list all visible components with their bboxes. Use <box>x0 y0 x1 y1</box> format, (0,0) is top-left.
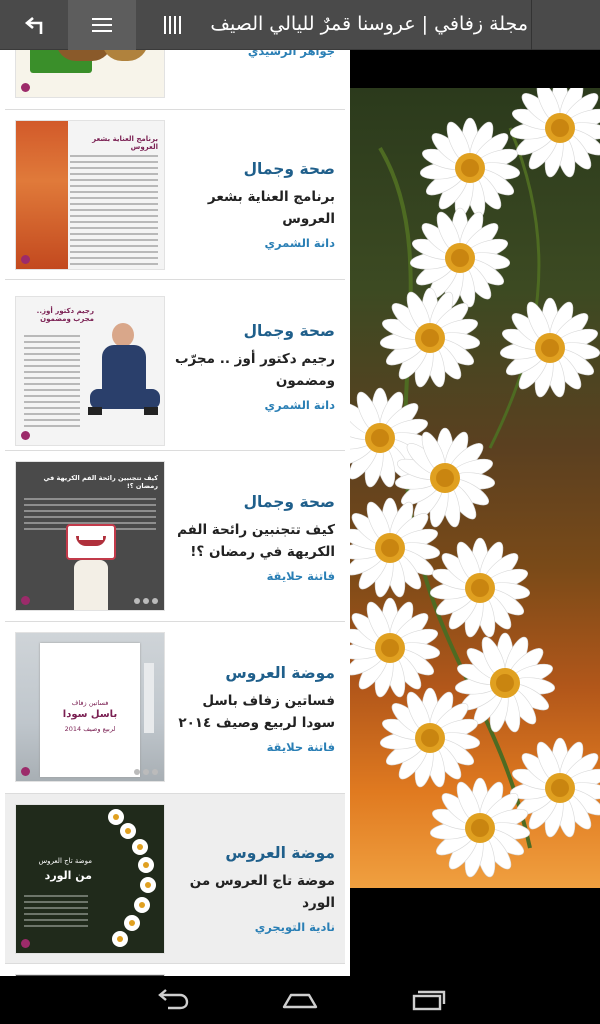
article-meta: موضة العروس فساتين زفاف باسل سودا لربيع … <box>167 664 335 754</box>
nav-home-icon <box>282 993 318 1009</box>
article-item[interactable]: برنامج العناية بشعر العروس صحة وجمال برن… <box>5 110 345 280</box>
article-author: دانة الشمري <box>264 398 335 412</box>
thumbnail-subtitle: موضة تاج العروس <box>38 857 92 865</box>
nav-recents-button[interactable] <box>388 976 468 1024</box>
thumbnail-title: باسل سودا <box>62 709 118 720</box>
article-meta: صحة وجمال رجيم دكتور أوز .. مجرّب ومضمون… <box>167 322 335 412</box>
system-navigation-bar <box>0 976 600 1024</box>
vertical-bars-icon <box>164 16 181 34</box>
article-thumbnail: كيف تتجنبين رائحة الفم الكريهة في رمضان … <box>15 461 165 611</box>
article-item[interactable]: جواهر الرشيدي <box>5 50 345 110</box>
daisy-wreath-image <box>350 88 600 880</box>
thumbnail-title: برنامج العناية بشعر العروس <box>92 135 158 151</box>
back-button[interactable] <box>0 0 68 50</box>
article-item[interactable]: كيف تتجنبين رائحة الفم الكريهة في رمضان … <box>5 451 345 622</box>
back-arrow-icon <box>24 17 43 34</box>
page-title: مجلة زفافي | عروسنا قمرٌ لليالي الصيف <box>210 13 528 35</box>
article-headline: برنامج العناية بشعر العروس <box>207 189 335 227</box>
thumbnail-subtitle: فساتين زفاف <box>71 699 109 707</box>
article-category: موضة العروس <box>225 664 335 682</box>
article-meta: جواهر الرشيدي <box>167 50 335 58</box>
thumbnail-title: رجيم دكتور أوز.. مجرب ومضمون <box>36 307 94 323</box>
thumbnail-title: كيف تتجنبين رائحة الفم الكريهة في رمضان … <box>43 474 158 490</box>
article-item[interactable]: فساتين زفاف باسل سودا لربيع وصيف 2014 مو… <box>5 622 345 794</box>
article-meta: موضة العروس موضة تاج العروس من الورد ناد… <box>167 844 335 934</box>
article-headline: فساتين زفاف باسل سودا لربيع وصيف ٢٠١٤ <box>178 693 335 731</box>
nav-back-icon <box>158 989 189 1010</box>
thumbnail-title: من الورد <box>44 869 92 882</box>
article-category: صحة وجمال <box>243 160 335 178</box>
article-author: فاتنة حلايقة <box>266 740 335 754</box>
nav-home-button[interactable] <box>260 976 340 1024</box>
article-item[interactable] <box>5 964 345 976</box>
article-author: نادية التويجري <box>254 920 335 934</box>
article-headline: موضة تاج العروس من الورد <box>189 873 335 911</box>
article-category: صحة وجمال <box>243 322 335 340</box>
article-headline: كيف تتجنبين رائحة الفم الكريهة في رمضان … <box>177 522 335 560</box>
article-thumbnail <box>15 50 165 98</box>
menu-button[interactable] <box>68 0 136 50</box>
nav-recents-icon <box>412 990 446 1011</box>
article-thumbnail: رجيم دكتور أوز.. مجرب ومضمون <box>15 296 165 446</box>
article-category: صحة وجمال <box>243 493 335 511</box>
article-author: دانة الشمري <box>264 236 335 250</box>
article-author: فاتنة حلايقة <box>266 569 335 583</box>
article-item-selected[interactable]: موضة تاج العروس من الورد موضة العروس موض… <box>5 794 345 964</box>
article-category: موضة العروس <box>225 844 335 862</box>
divider <box>531 0 532 50</box>
cover-photo <box>350 88 600 888</box>
hamburger-menu-icon <box>92 18 112 32</box>
nav-back-button[interactable] <box>132 976 212 1024</box>
article-list[interactable]: جواهر الرشيدي برنامج العناية بشعر العروس… <box>0 50 350 976</box>
article-author: جواهر الرشيدي <box>247 50 335 58</box>
article-meta: صحة وجمال كيف تتجنبين رائحة الفم الكريهة… <box>167 493 335 583</box>
article-item[interactable]: رجيم دكتور أوز.. مجرب ومضمون صحة وجمال ر… <box>5 280 345 451</box>
article-headline: رجيم دكتور أوز .. مجرّب ومضمون <box>174 351 335 389</box>
article-thumbnail: برنامج العناية بشعر العروس <box>15 120 165 270</box>
article-thumbnail: موضة تاج العروس من الورد <box>15 804 165 954</box>
table-of-contents-button[interactable] <box>136 0 208 50</box>
article-meta: صحة وجمال برنامج العناية بشعر العروس دان… <box>167 160 335 250</box>
thumbnail-subtitle: لربيع وصيف 2014 <box>64 725 116 733</box>
article-thumbnail: فساتين زفاف باسل سودا لربيع وصيف 2014 <box>15 632 165 782</box>
action-bar: مجلة زفافي | عروسنا قمرٌ لليالي الصيف <box>0 0 600 50</box>
